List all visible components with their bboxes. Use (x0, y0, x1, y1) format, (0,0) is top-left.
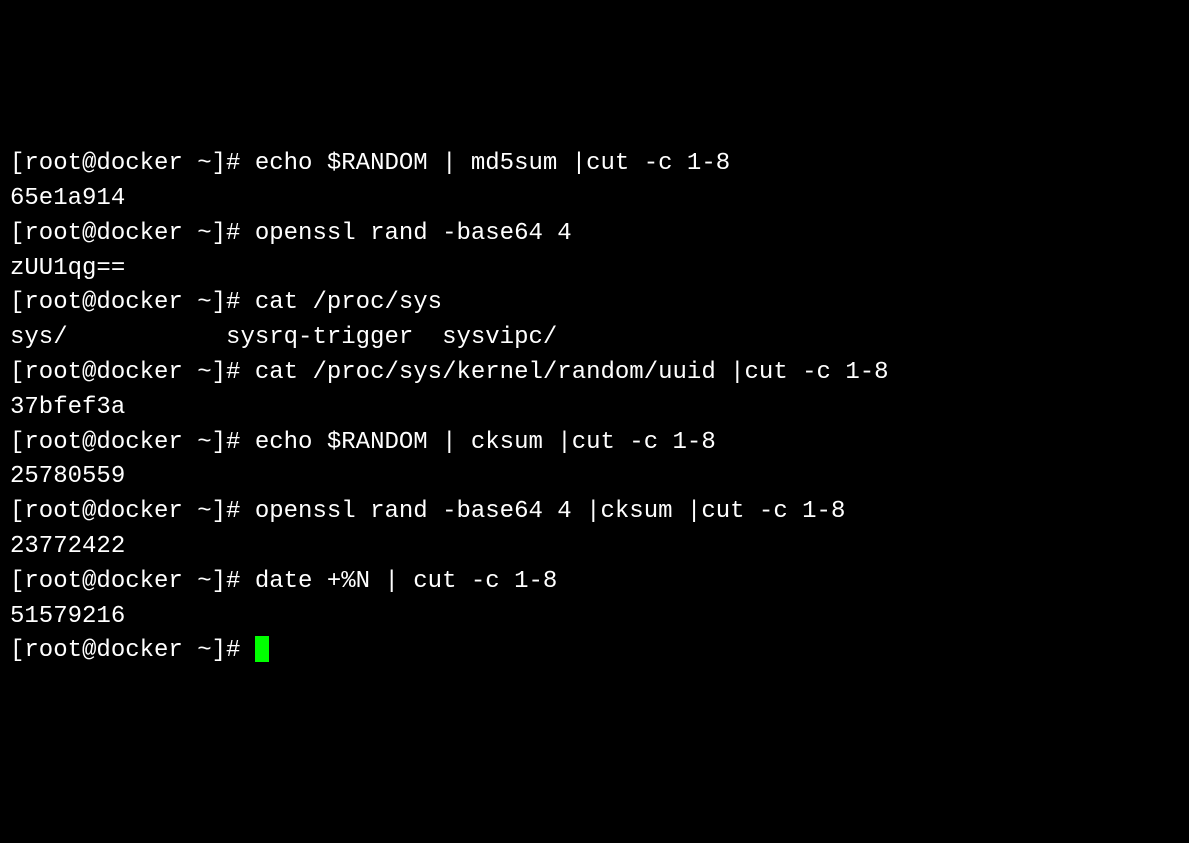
shell-prompt: [root@docker ~]# (10, 289, 255, 316)
command-text: date +%N | cut -c 1-8 (255, 568, 557, 595)
command-text: openssl rand -base64 4 |cksum |cut -c 1-… (255, 498, 846, 525)
terminal-output: sys/ sysrq-trigger sysvipc/ (10, 321, 1179, 356)
command-text: cat /proc/sys/kernel/random/uuid |cut -c… (255, 359, 889, 386)
terminal[interactable]: [root@docker ~]# echo $RANDOM | md5sum |… (10, 147, 1179, 669)
command-text: echo $RANDOM | md5sum |cut -c 1-8 (255, 150, 730, 177)
shell-prompt: [root@docker ~]# (10, 637, 255, 664)
terminal-line: [root@docker ~]# openssl rand -base64 4 … (10, 495, 1179, 530)
shell-prompt: [root@docker ~]# (10, 429, 255, 456)
terminal-line: [root@docker ~]# date +%N | cut -c 1-8 (10, 565, 1179, 600)
terminal-line: [root@docker ~]# echo $RANDOM | md5sum |… (10, 147, 1179, 182)
shell-prompt: [root@docker ~]# (10, 150, 255, 177)
terminal-output: 25780559 (10, 460, 1179, 495)
terminal-line: [root@docker ~]# cat /proc/sys/kernel/ra… (10, 356, 1179, 391)
terminal-line: [root@docker ~]# cat /proc/sys (10, 286, 1179, 321)
terminal-output: 37bfef3a (10, 391, 1179, 426)
terminal-output: 65e1a914 (10, 182, 1179, 217)
terminal-output: zUU1qg== (10, 252, 1179, 287)
shell-prompt: [root@docker ~]# (10, 220, 255, 247)
terminal-line: [root@docker ~]# echo $RANDOM | cksum |c… (10, 426, 1179, 461)
shell-prompt: [root@docker ~]# (10, 498, 255, 525)
command-text: echo $RANDOM | cksum |cut -c 1-8 (255, 429, 716, 456)
command-text: cat /proc/sys (255, 289, 442, 316)
command-text: openssl rand -base64 4 (255, 220, 572, 247)
terminal-line: [root@docker ~]# openssl rand -base64 4 (10, 217, 1179, 252)
terminal-line: [root@docker ~]# (10, 634, 1179, 669)
shell-prompt: [root@docker ~]# (10, 568, 255, 595)
terminal-output: 51579216 (10, 600, 1179, 635)
shell-prompt: [root@docker ~]# (10, 359, 255, 386)
terminal-output: 23772422 (10, 530, 1179, 565)
cursor-icon (255, 636, 269, 662)
